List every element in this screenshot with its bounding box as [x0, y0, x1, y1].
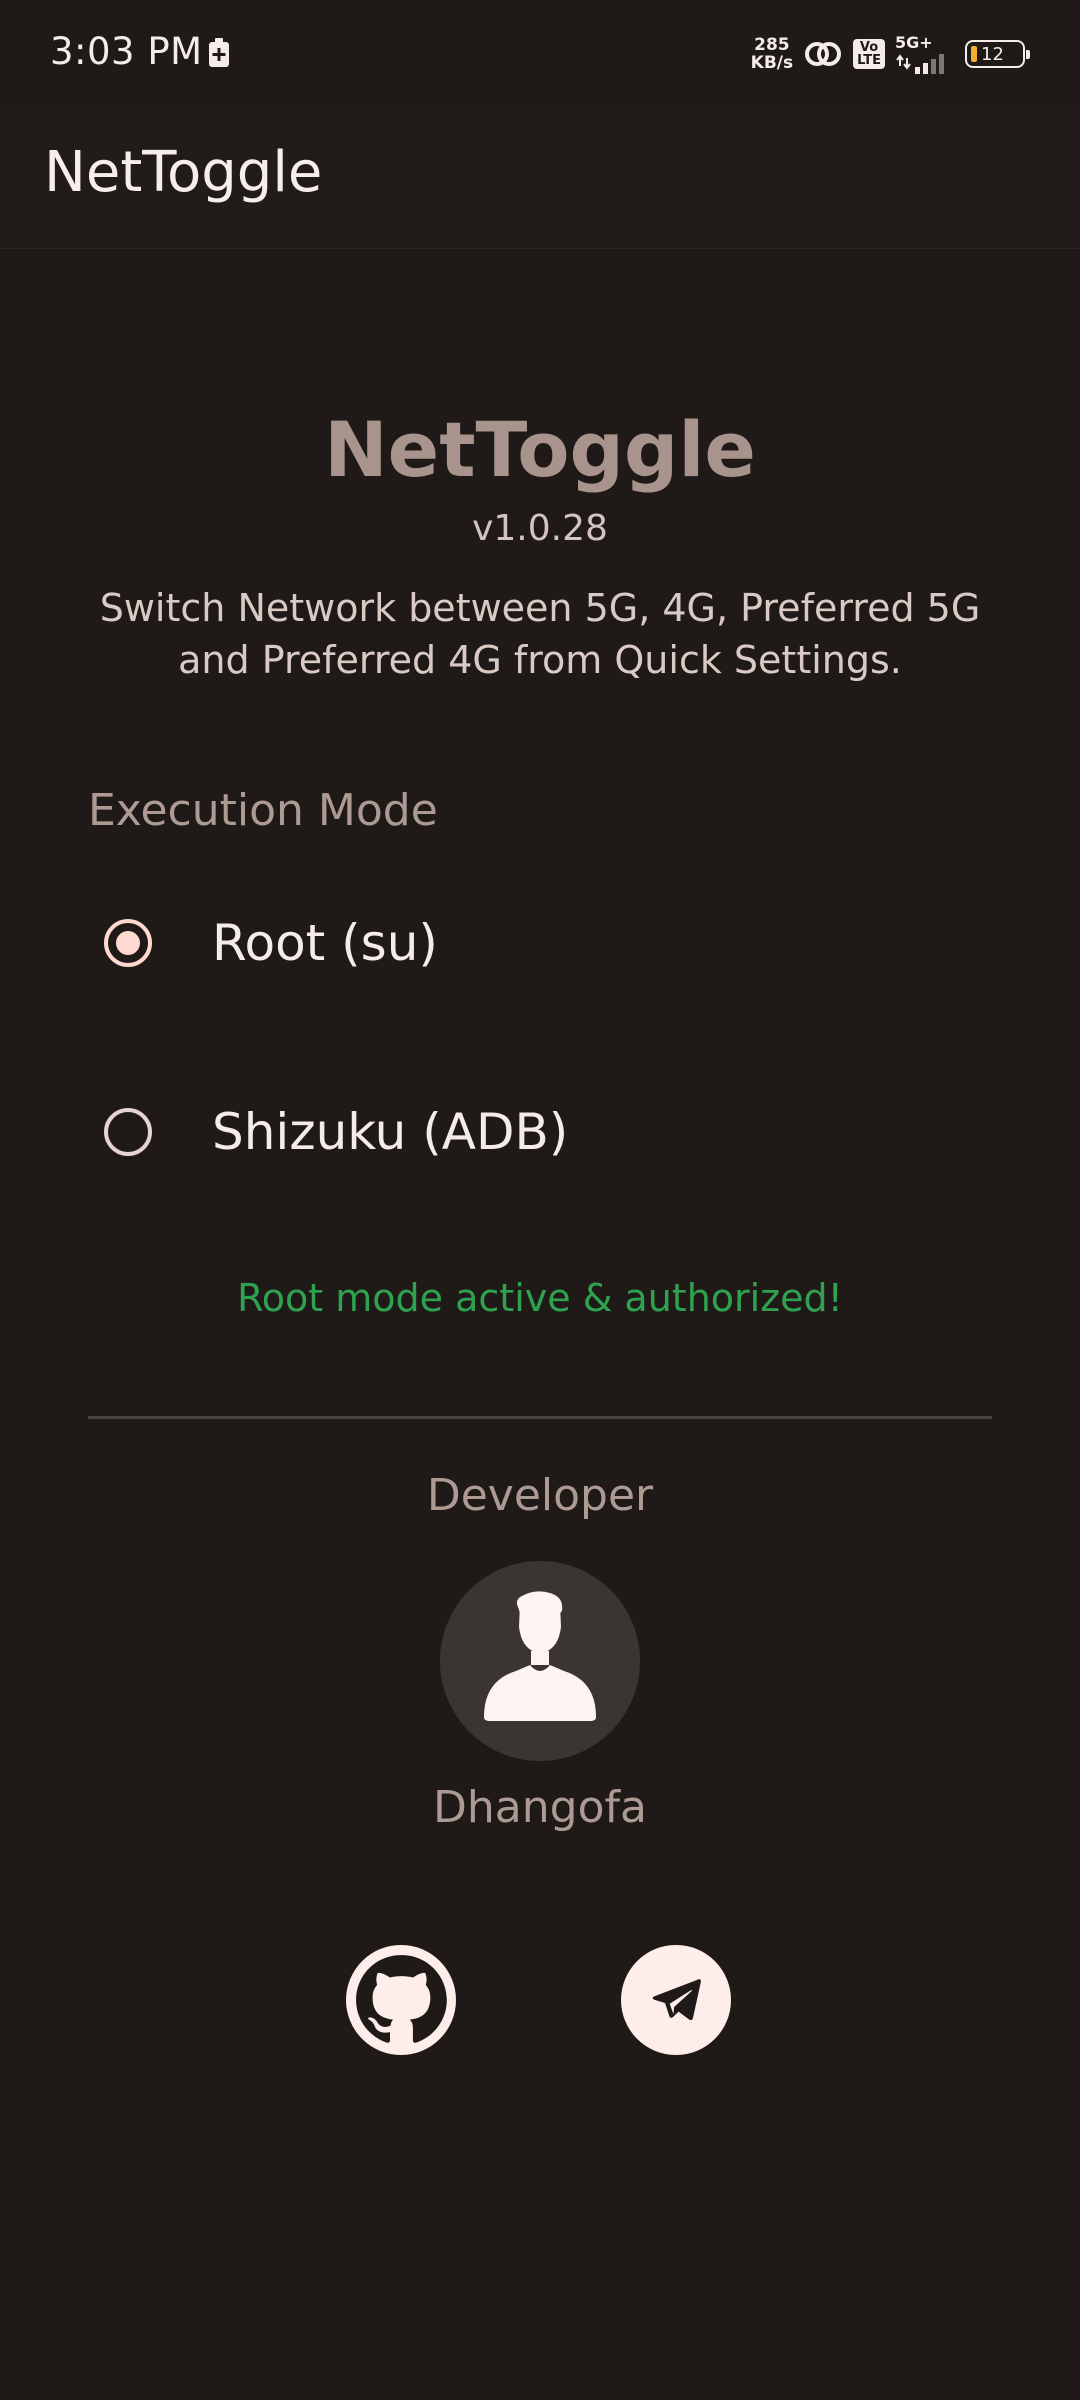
github-icon [356, 1955, 447, 2043]
radio-option-root[interactable]: Root (su) [60, 878, 1020, 1008]
developer-heading: Developer [426, 1470, 654, 1521]
app-description: Switch Network between 5G, 4G, Preferred… [99, 586, 981, 682]
person-icon [484, 1591, 596, 1721]
network-speed: 285 KB/s [751, 36, 793, 72]
radio-label-root: Root (su) [212, 914, 438, 972]
network-type: 5G+ [895, 33, 933, 52]
execution-status-message: Root mode active & authorized! [237, 1276, 843, 1320]
battery-level: 12 [981, 43, 1004, 65]
top-app-bar: NetToggle [0, 110, 1080, 249]
speed-unit: KB/s [750, 53, 794, 73]
hotspot-link-icon [805, 42, 842, 66]
app-bar-title: NetToggle [44, 140, 323, 205]
status-bar: 3:03 PM 285 KB/s Vo LTE 5G+ 12 [0, 0, 1080, 110]
telegram-icon [652, 1979, 701, 2021]
volte-badge: Vo LTE [853, 39, 885, 69]
app-name: NetToggle [324, 405, 756, 494]
execution-mode-title: Execution Mode [88, 785, 438, 836]
radio-button-root[interactable] [104, 919, 152, 967]
developer-name: Dhangofa [433, 1782, 647, 1833]
signal-group: 5G+ [895, 34, 955, 74]
radio-option-shizuku[interactable]: Shizuku (ADB) [60, 1067, 1020, 1197]
volte-bottom: LTE [857, 53, 881, 68]
github-button[interactable] [346, 1945, 456, 2055]
battery-fill [971, 46, 977, 62]
telegram-button[interactable] [621, 1945, 731, 2055]
app-version: v1.0.28 [472, 508, 608, 549]
developer-avatar [440, 1561, 640, 1761]
status-time: 3:03 PM [50, 30, 203, 73]
radio-label-shizuku: Shizuku (ADB) [212, 1103, 569, 1161]
status-icons: 285 KB/s Vo LTE 5G+ 12 [751, 32, 1030, 76]
signal-strength-icon [896, 54, 944, 74]
section-divider [88, 1416, 992, 1419]
radio-button-shizuku[interactable] [104, 1108, 152, 1156]
battery-indicator: 12 [965, 40, 1030, 68]
battery-saver-icon [209, 38, 229, 67]
speed-value: 285 [754, 35, 790, 55]
radio-selected-dot [116, 931, 140, 955]
